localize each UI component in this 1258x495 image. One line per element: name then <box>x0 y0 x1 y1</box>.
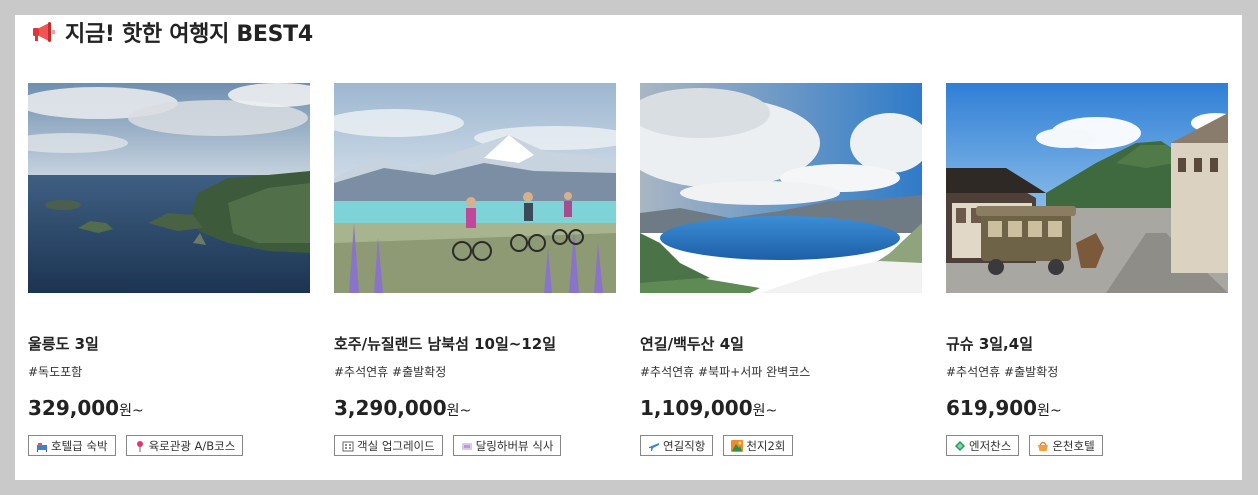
feature-chip: 천지2회 <box>723 435 794 456</box>
diamond-icon <box>954 440 966 452</box>
basket-icon <box>1037 440 1049 452</box>
feature-chip: 육로관광 A/B코스 <box>125 435 244 456</box>
card-price-unit: 원~ <box>1037 403 1062 419</box>
destination-card-ulleungdo[interactable]: 울릉도 3일 #독도포함 329,000원~ 호텔급 숙박 육로관광 A/B코스 <box>28 83 310 456</box>
card-price-row: 329,000원~ <box>28 394 310 422</box>
dining-icon <box>461 440 473 452</box>
destination-cards: 울릉도 3일 #독도포함 329,000원~ 호텔급 숙박 육로관광 A/B코스 <box>28 83 1228 456</box>
destination-card-kyushu[interactable]: 규슈 3일,4일 #추석연휴 #출발확정 619,900원~ 엔저찬스 온천호텔 <box>946 83 1228 456</box>
card-price-unit: 원~ <box>119 403 144 419</box>
section-title: 지금! 핫한 여행지 BEST4 <box>65 22 313 47</box>
megaphone-icon <box>31 21 57 43</box>
card-hashtags: #추석연휴 #북파+서파 완벽코스 <box>640 365 811 379</box>
feature-chip: 연길직항 <box>640 435 714 456</box>
destination-card-baekdusan[interactable]: 연길/백두산 4일 #추석연휴 #북파+서파 완벽코스 1,109,000원~ … <box>640 83 922 456</box>
mountain-icon <box>731 439 744 452</box>
best4-panel: 지금! 핫한 여행지 BEST4 울릉도 3일 #독도포함 329,000원~ … <box>15 15 1242 480</box>
ulleungdo-coast-photo[interactable] <box>28 83 310 293</box>
card-feature-chips: 연길직항 천지2회 <box>640 435 922 456</box>
card-price: 329,000 <box>28 396 120 420</box>
feature-chip: 달링하버뷰 식사 <box>452 435 562 456</box>
card-title[interactable]: 연길/백두산 4일 <box>640 334 922 354</box>
baekdusan-lake-photo[interactable] <box>640 83 922 293</box>
card-feature-chips: 엔저찬스 온천호텔 <box>946 435 1228 456</box>
card-price: 1,109,000 <box>640 396 753 420</box>
feature-chip-label: 호텔급 숙박 <box>51 438 108 453</box>
feature-chip-label: 객실 업그레이드 <box>357 438 435 453</box>
card-hashtags: #독도포함 <box>28 365 83 379</box>
feature-chip: 온천호텔 <box>1029 435 1103 456</box>
feature-chip: 엔저찬스 <box>946 435 1020 456</box>
feature-chip-label: 엔저찬스 <box>969 438 1012 453</box>
feature-chip: 호텔급 숙박 <box>28 435 116 456</box>
hotel-icon <box>36 440 48 452</box>
room-icon <box>342 440 354 452</box>
feature-chip-label: 달링하버뷰 식사 <box>475 438 554 453</box>
kyushu-street-photo[interactable] <box>946 83 1228 293</box>
card-price-unit: 원~ <box>446 403 472 419</box>
airplane-icon <box>648 440 660 452</box>
card-price: 3,290,000 <box>334 396 447 420</box>
pin-icon <box>134 440 146 452</box>
feature-chip: 객실 업그레이드 <box>334 435 443 456</box>
feature-chip-label: 온천호텔 <box>1052 438 1095 453</box>
card-price-row: 1,109,000원~ <box>640 394 922 422</box>
card-title[interactable]: 규슈 3일,4일 <box>946 334 1228 354</box>
newzealand-cyclists-photo[interactable] <box>334 83 616 293</box>
feature-chip-label: 연길직항 <box>663 438 706 453</box>
section-header: 지금! 핫한 여행지 BEST4 <box>31 17 313 47</box>
feature-chip-label: 천지2회 <box>746 438 786 453</box>
card-price-row: 3,290,000원~ <box>334 394 616 422</box>
card-title[interactable]: 울릉도 3일 <box>28 334 310 354</box>
feature-chip-label: 육로관광 A/B코스 <box>148 438 236 453</box>
card-feature-chips: 객실 업그레이드 달링하버뷰 식사 <box>334 435 616 456</box>
card-hashtags: #추석연휴 #출발확정 <box>946 365 1059 379</box>
card-hashtags: #추석연휴 #출발확정 <box>334 365 447 379</box>
card-feature-chips: 호텔급 숙박 육로관광 A/B코스 <box>28 435 310 456</box>
card-price-unit: 원~ <box>752 403 778 419</box>
destination-card-newzealand[interactable]: 호주/뉴질랜드 남북섬 10일~12일 #추석연휴 #출발확정 3,290,00… <box>334 83 616 456</box>
card-price: 619,900 <box>946 396 1038 420</box>
card-title[interactable]: 호주/뉴질랜드 남북섬 10일~12일 <box>334 334 616 354</box>
card-price-row: 619,900원~ <box>946 394 1228 422</box>
